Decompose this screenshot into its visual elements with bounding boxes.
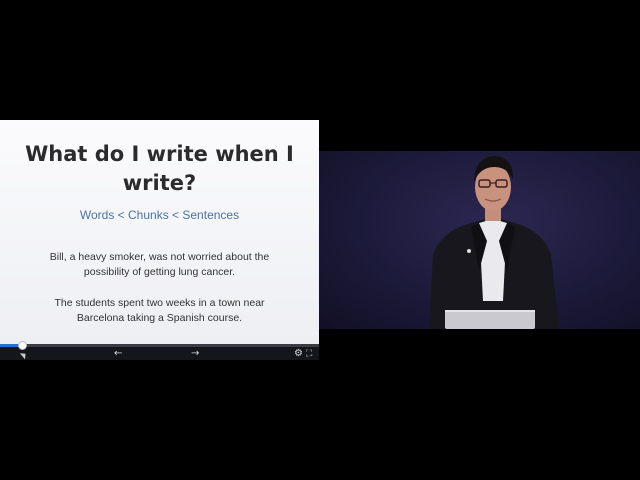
previous-slide-icon[interactable]: ← [114, 348, 122, 360]
slide-title: What do I write when I write? [25, 142, 294, 195]
settings-gear-icon[interactable]: ⚙ [294, 348, 303, 360]
progress-handle[interactable] [18, 341, 28, 350]
slide-subtitle: Words < Chunks < Sentences [79, 208, 240, 222]
slide-paragraph-2: The students spent two weeks in a town n… [54, 297, 265, 324]
fullscreen-icon[interactable]: ⛶ [306, 348, 312, 360]
progress-bar[interactable] [0, 341, 319, 350]
speaker-illustration [429, 156, 559, 329]
speaker-video [319, 151, 640, 329]
player-controls: ← → ⚙ ⛶ [0, 341, 319, 360]
next-slide-icon[interactable]: → [191, 348, 199, 360]
slide-paragraph-1: Bill, a heavy smoker, was not worried ab… [49, 251, 270, 278]
slide-panel: What do I write when I write? Words < Ch… [0, 120, 319, 344]
